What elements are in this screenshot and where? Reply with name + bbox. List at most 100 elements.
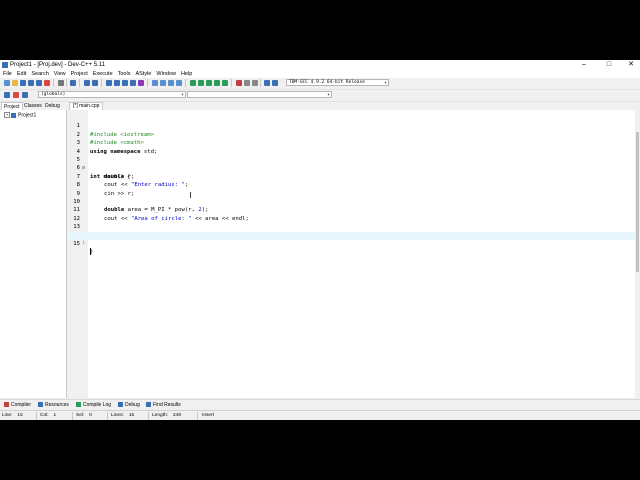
tab-label: Compile Log — [83, 402, 112, 408]
left-panel-tabs: Project Classes Debug — [0, 102, 67, 110]
compiler-icon — [4, 402, 9, 408]
code-line: 6 double r; — [68, 156, 635, 179]
profile-icon[interactable] — [244, 80, 250, 86]
expand-icon[interactable]: + — [4, 112, 10, 118]
find-next-icon[interactable] — [122, 80, 128, 86]
compile-run-icon[interactable] — [206, 80, 212, 86]
scope-select-value: (globals) — [41, 92, 66, 97]
tree-item-project1[interactable]: + Project1 — [4, 112, 36, 119]
delete-profile-icon[interactable] — [252, 80, 258, 86]
status-label: Sel: — [76, 413, 85, 418]
code-line: 5 ⊟ int main() { — [68, 148, 635, 180]
status-separator — [197, 412, 198, 420]
menu-execute[interactable]: Execute — [91, 70, 115, 78]
open-file-icon[interactable] — [12, 80, 18, 86]
rebuild-all-icon[interactable] — [214, 80, 220, 86]
project-tree-panel: + Project1 — [0, 110, 67, 398]
remove-from-project-icon[interactable] — [168, 80, 174, 86]
toggle-bookmark-icon[interactable] — [13, 92, 19, 98]
close-button[interactable]: ✕ — [623, 60, 639, 70]
menu-file[interactable]: File — [1, 70, 14, 78]
member-select[interactable]: ▾ — [187, 91, 332, 98]
goto-bookmark-icon[interactable] — [22, 92, 28, 98]
status-value: 15 — [17, 413, 23, 418]
replace-icon[interactable] — [114, 80, 120, 86]
minimize-button[interactable]: – — [576, 60, 592, 70]
menu-bar: File Edit Search View Project Execute Tools ASt… — [0, 70, 640, 78]
window-title: Project1 - [Proj.dev] - Dev-C++ 5.11 — [10, 62, 105, 68]
save-icon[interactable] — [20, 80, 26, 86]
bottom-panel-tabs: Compiler Resources Compile Log Debug Fin… — [0, 399, 640, 410]
find-icon[interactable] — [106, 80, 112, 86]
new-file-icon[interactable] — [4, 80, 10, 86]
tab-project[interactable]: Project — [1, 102, 23, 110]
menu-tools[interactable]: Tools — [116, 70, 133, 78]
new-project-icon[interactable] — [152, 80, 158, 86]
debug-output-icon — [118, 402, 123, 408]
run-icon[interactable] — [198, 80, 204, 86]
status-sel: Sel: 0 — [76, 412, 92, 420]
menu-project[interactable]: Project — [69, 70, 90, 78]
project-options-icon[interactable] — [176, 80, 182, 86]
goto-line-icon[interactable] — [130, 80, 136, 86]
tab-resources[interactable]: Resources — [38, 401, 69, 409]
close-all-icon[interactable] — [44, 80, 50, 86]
chevron-down-icon: ▾ — [180, 92, 184, 98]
unindent-icon[interactable] — [272, 80, 278, 86]
undo-icon[interactable] — [70, 80, 76, 86]
code-line: 1 #include <iostream> — [68, 114, 635, 137]
status-label: Length: — [152, 413, 169, 418]
menu-search[interactable]: Search — [29, 70, 50, 78]
syntax-check-icon[interactable] — [222, 80, 228, 86]
tab-classes[interactable]: Classes — [22, 102, 44, 110]
print-icon[interactable] — [58, 80, 64, 86]
status-label: Line: — [2, 413, 13, 418]
text-caret — [90, 248, 91, 256]
save-all-icon[interactable] — [28, 80, 34, 86]
insert-icon[interactable] — [4, 92, 10, 98]
tab-label: Resources — [45, 402, 69, 408]
compiler-select-value: TDM-GCC 4.9.2 64-bit Release — [289, 80, 365, 85]
toolbar-separator — [147, 79, 148, 87]
menu-edit[interactable]: Edit — [15, 70, 28, 78]
compiler-select[interactable]: TDM-GCC 4.9.2 64-bit Release ▾ — [286, 79, 389, 86]
tab-find-results[interactable]: Find Results — [146, 401, 181, 409]
code-line: 2 #include <cmath> — [68, 122, 635, 146]
undo-arrow-icon[interactable] — [84, 80, 90, 86]
code-line: 12 — [68, 206, 635, 222]
code-line: 7 cout << "Enter radius: "; — [68, 164, 635, 188]
compile-icon[interactable] — [190, 80, 196, 86]
find-results-icon — [146, 402, 151, 408]
editor-tab-main-cpp[interactable]: [*] main.cpp — [69, 102, 104, 110]
menu-astyle[interactable]: AStyle — [133, 70, 153, 78]
bookmark-icon[interactable] — [138, 80, 144, 86]
tab-debug-output[interactable]: Debug — [118, 401, 140, 409]
status-lines: Lines: 15 — [111, 412, 134, 420]
vertical-scrollbar[interactable] — [635, 110, 640, 398]
menu-help[interactable]: Help — [179, 70, 194, 78]
scope-select[interactable]: (globals) ▾ — [38, 91, 186, 98]
redo-arrow-icon[interactable] — [92, 80, 98, 86]
close-file-icon[interactable] — [36, 80, 42, 86]
maximize-button[interactable]: □ — [601, 60, 617, 70]
status-mode: Insert — [202, 413, 214, 418]
title-bar: Project1 - [Proj.dev] - Dev-C++ 5.11 – □… — [0, 60, 640, 70]
code-line: 8 cin >> r; — [68, 173, 635, 196]
status-value: 1 — [53, 413, 57, 418]
status-label: Col: — [40, 413, 49, 418]
menu-view[interactable]: View — [52, 70, 68, 78]
class-toolbar: (globals) ▾ ▾ — [0, 90, 640, 102]
add-to-project-icon[interactable] — [160, 80, 166, 86]
scrollbar-thumb[interactable] — [636, 132, 639, 272]
code-line: 11 cout << "Area of circle: " << area <<… — [68, 198, 635, 221]
status-line: Line: 15 — [2, 412, 23, 420]
code-editor[interactable]: 1 #include <iostream> 2 #include <cmath>… — [68, 110, 635, 398]
debug-icon[interactable] — [236, 80, 242, 86]
project-icon — [11, 112, 16, 118]
indent-icon[interactable] — [264, 80, 270, 86]
menu-window[interactable]: Window — [154, 70, 178, 78]
tab-debug[interactable]: Debug — [43, 102, 62, 110]
tab-compile-log[interactable]: Compile Log — [76, 401, 111, 409]
tree-item-label: Project1 — [18, 112, 37, 119]
tab-compiler[interactable]: Compiler — [4, 401, 31, 409]
